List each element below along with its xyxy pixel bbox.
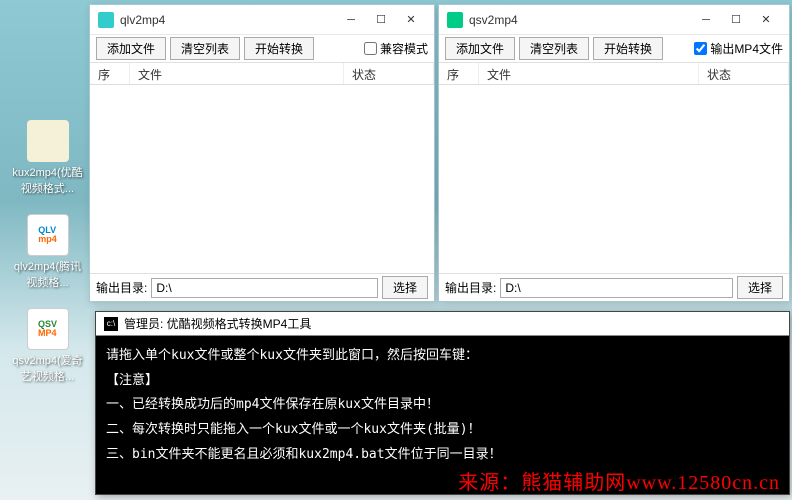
add-file-button[interactable]: 添加文件 — [445, 37, 515, 60]
icon-label: qsv2mp4(爱奇艺视频格... — [10, 352, 85, 384]
compat-mode-checkbox[interactable] — [364, 42, 377, 55]
mp4-output-label[interactable]: 输出MP4文件 — [694, 40, 783, 57]
console-titlebar[interactable]: c:\ 管理员: 优酷视频格式转换MP4工具 — [96, 312, 789, 336]
footer: 输出目录: 选择 — [439, 273, 789, 301]
desktop-icons: kux2mp4(优酷视频格式... QLVmp4 qlv2mp4(腾讯视频格..… — [10, 120, 85, 402]
add-file-button[interactable]: 添加文件 — [96, 37, 166, 60]
column-status[interactable]: 状态 — [344, 63, 434, 84]
toolbar: 添加文件 清空列表 开始转换 输出MP4文件 — [439, 35, 789, 63]
clear-list-button[interactable]: 清空列表 — [170, 37, 240, 60]
minimize-button[interactable]: ─ — [336, 7, 366, 33]
list-header: 序号 文件 状态 — [90, 63, 434, 85]
close-button[interactable]: ✕ — [396, 7, 426, 33]
window-title: qsv2mp4 — [469, 13, 691, 27]
watermark: 来源：熊猫辅助网www.12580cn.cn — [458, 466, 780, 495]
icon-label: kux2mp4(优酷视频格式... — [10, 164, 85, 196]
file-icon: QLVmp4 — [27, 214, 69, 256]
maximize-button[interactable]: ☐ — [721, 7, 751, 33]
app-icon — [447, 12, 463, 28]
list-header: 序号 文件 状态 — [439, 63, 789, 85]
app-icon — [98, 12, 114, 28]
console-line: 请拖入单个kux文件或整个kux文件夹到此窗口，然后按回车键： — [106, 344, 779, 369]
desktop-icon-qsv2mp4[interactable]: QSVMP4 qsv2mp4(爱奇艺视频格... — [10, 308, 85, 384]
window-title: qlv2mp4 — [120, 13, 336, 27]
minimize-button[interactable]: ─ — [691, 7, 721, 33]
console-line: 一、已经转换成功后的mp4文件保存在原kux文件目录中！ — [106, 393, 779, 418]
column-no[interactable]: 序号 — [439, 63, 479, 84]
footer: 输出目录: 选择 — [90, 273, 434, 301]
console-title-text: 管理员: 优酷视频格式转换MP4工具 — [124, 315, 311, 332]
desktop-icon-qlv2mp4[interactable]: QLVmp4 qlv2mp4(腾讯视频格... — [10, 214, 85, 290]
icon-label: qlv2mp4(腾讯视频格... — [10, 258, 85, 290]
console-line: 二、每次转换时只能拖入一个kux文件或一个kux文件夹(批量)！ — [106, 418, 779, 443]
window-qsv2mp4: qsv2mp4 ─ ☐ ✕ 添加文件 清空列表 开始转换 输出MP4文件 序号 … — [438, 4, 790, 302]
console-body[interactable]: 请拖入单个kux文件或整个kux文件夹到此窗口，然后按回车键： 【注意】 一、已… — [96, 336, 789, 475]
toolbar: 添加文件 清空列表 开始转换 兼容模式 — [90, 35, 434, 63]
close-button[interactable]: ✕ — [751, 7, 781, 33]
cmd-icon: c:\ — [104, 317, 118, 331]
file-list[interactable] — [439, 85, 789, 273]
maximize-button[interactable]: ☐ — [366, 7, 396, 33]
console-line: 三、bin文件夹不能更名且必须和kux2mp4.bat文件位于同一目录！ — [106, 443, 779, 468]
output-dir-label: 输出目录: — [445, 279, 496, 296]
output-dir-input[interactable] — [151, 278, 378, 298]
titlebar[interactable]: qlv2mp4 ─ ☐ ✕ — [90, 5, 434, 35]
select-dir-button[interactable]: 选择 — [382, 276, 428, 299]
column-file[interactable]: 文件 — [130, 63, 344, 84]
column-file[interactable]: 文件 — [479, 63, 699, 84]
output-dir-label: 输出目录: — [96, 279, 147, 296]
select-dir-button[interactable]: 选择 — [737, 276, 783, 299]
start-convert-button[interactable]: 开始转换 — [593, 37, 663, 60]
column-no[interactable]: 序号 — [90, 63, 130, 84]
titlebar[interactable]: qsv2mp4 ─ ☐ ✕ — [439, 5, 789, 35]
file-list[interactable] — [90, 85, 434, 273]
output-dir-input[interactable] — [500, 278, 733, 298]
window-qlv2mp4: qlv2mp4 ─ ☐ ✕ 添加文件 清空列表 开始转换 兼容模式 序号 文件 … — [89, 4, 435, 302]
start-convert-button[interactable]: 开始转换 — [244, 37, 314, 60]
compat-mode-label[interactable]: 兼容模式 — [364, 40, 428, 57]
console-line: 【注意】 — [106, 369, 779, 394]
column-status[interactable]: 状态 — [699, 63, 789, 84]
clear-list-button[interactable]: 清空列表 — [519, 37, 589, 60]
file-icon: QSVMP4 — [27, 308, 69, 350]
desktop-icon-kux2mp4[interactable]: kux2mp4(优酷视频格式... — [10, 120, 85, 196]
file-icon — [27, 120, 69, 162]
mp4-output-checkbox[interactable] — [694, 42, 707, 55]
